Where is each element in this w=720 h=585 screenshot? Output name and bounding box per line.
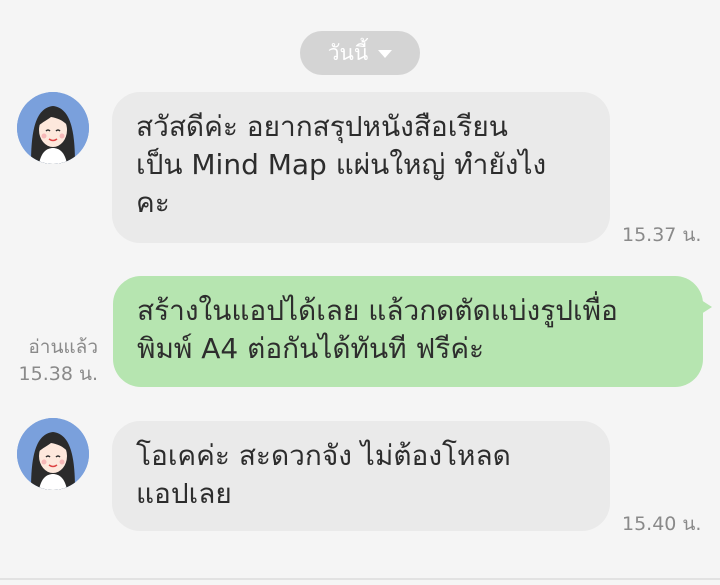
date-label: วันนี้ [327, 40, 369, 65]
date-separator[interactable]: วันนี้ [300, 31, 420, 75]
caret-down-icon [378, 50, 393, 58]
divider [0, 578, 720, 580]
message-text-line: สร้างในแอปได้เลย แล้วกดตัดแบ่งรูปเพื่อ [137, 294, 618, 327]
message-bubble-incoming[interactable]: โอเคค่ะ สะดวกจัง ไม่ต้องโหลด แอปเลย [112, 421, 610, 531]
message-text-line: สวัสดีค่ะ อยากสรุปหนังสือเรียน [136, 110, 508, 143]
message-timestamp: 15.37 น. [622, 224, 702, 246]
message-bubble-incoming[interactable]: สวัสดีค่ะ อยากสรุปหนังสือเรียน เป็น Mind… [112, 92, 610, 243]
avatar[interactable] [17, 418, 89, 490]
avatar-girl-icon [17, 92, 89, 164]
avatar[interactable] [17, 92, 89, 164]
bubble-tail [698, 298, 712, 316]
message-text-line: คะ [136, 186, 170, 219]
avatar-girl-icon [17, 418, 89, 490]
message-text-line: โอเคค่ะ สะดวกจัง ไม่ต้องโหลด [136, 439, 511, 472]
message-bubble-outgoing[interactable]: สร้างในแอปได้เลย แล้วกดตัดแบ่งรูปเพื่อ พ… [113, 276, 703, 387]
message-timestamp: 15.38 น. [18, 363, 98, 385]
message-timestamp: 15.40 น. [622, 513, 702, 535]
message-text-line: แอปเลย [136, 477, 232, 510]
message-text-line: พิมพ์ A4 ต่อกันได้ทันที ฟรีค่ะ [137, 332, 485, 365]
message-text-line: เป็น Mind Map แผ่นใหญ่ ทำยังไง [136, 148, 547, 181]
read-receipt: อ่านแล้ว 15.38 น. [19, 334, 98, 388]
read-status: อ่านแล้ว [28, 336, 98, 358]
